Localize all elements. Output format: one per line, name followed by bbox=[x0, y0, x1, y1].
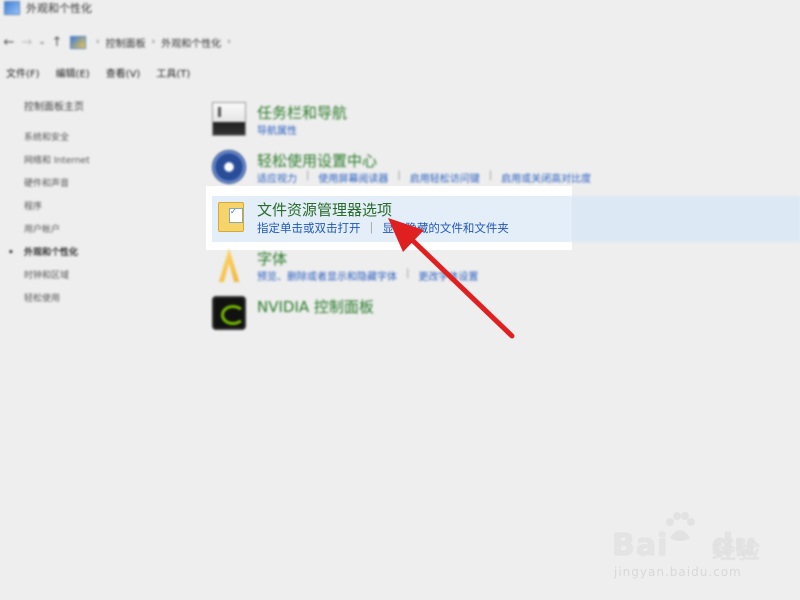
watermark-url: jingyan.baidu.com bbox=[614, 565, 742, 579]
file-explorer-options-icon[interactable] bbox=[218, 202, 244, 232]
link-separator: | bbox=[406, 268, 410, 279]
link-high-contrast[interactable]: 启用或关闭高对比度 bbox=[501, 170, 591, 185]
link-change-font-settings[interactable]: 更改字体设置 bbox=[418, 268, 478, 283]
baidu-watermark: Baioodu 经验 jingyan.baidu.com bbox=[612, 510, 800, 590]
link-separator: | bbox=[369, 220, 374, 234]
link-preview-fonts[interactable]: 预览、删除或者显示和隐藏字体 bbox=[257, 268, 397, 283]
category-title[interactable]: 轻松使用设置中心 bbox=[257, 150, 377, 171]
link-show-hidden-files[interactable]: 显示隐藏的文件和文件夹 bbox=[382, 220, 509, 236]
link-navigation-properties[interactable]: 导航属性 bbox=[257, 122, 297, 137]
link-separator: | bbox=[397, 170, 401, 181]
category-nvidia: NVIDIA 控制面板 bbox=[212, 296, 772, 336]
link-sticky-keys[interactable]: 启用轻松访问键 bbox=[410, 170, 480, 185]
category-title[interactable]: 字体 bbox=[257, 248, 287, 269]
file-explorer-links: 指定单击或双击打开 | 显示隐藏的文件和文件夹 bbox=[257, 220, 509, 236]
link-screen-reader[interactable]: 使用屏幕阅读器 bbox=[318, 170, 388, 185]
link-separator: | bbox=[488, 170, 493, 181]
watermark-cn: 经验 bbox=[712, 536, 760, 564]
link-vision[interactable]: 适应视力 bbox=[257, 170, 297, 185]
category-title[interactable]: NVIDIA 控制面板 bbox=[257, 296, 374, 317]
selected-row-background bbox=[570, 196, 800, 242]
paw-icon bbox=[666, 512, 695, 541]
category-title[interactable]: 任务栏和导航 bbox=[257, 102, 347, 123]
category-ease-of-access: 轻松使用设置中心 适应视力 | 使用屏幕阅读器 | 启用轻松访问键 | 启用或关… bbox=[212, 150, 772, 190]
nvidia-icon[interactable] bbox=[212, 296, 246, 330]
fonts-icon[interactable] bbox=[218, 248, 240, 282]
ease-of-access-icon[interactable] bbox=[212, 150, 246, 184]
category-title[interactable]: 文件资源管理器选项 bbox=[257, 199, 392, 220]
taskbar-icon[interactable] bbox=[212, 102, 246, 136]
category-taskbar: 任务栏和导航 导航属性 bbox=[212, 102, 772, 142]
link-single-double-click[interactable]: 指定单击或双击打开 bbox=[257, 220, 361, 236]
category-fonts: 字体 预览、删除或者显示和隐藏字体 | 更改字体设置 bbox=[212, 248, 772, 288]
link-separator: | bbox=[306, 170, 310, 181]
